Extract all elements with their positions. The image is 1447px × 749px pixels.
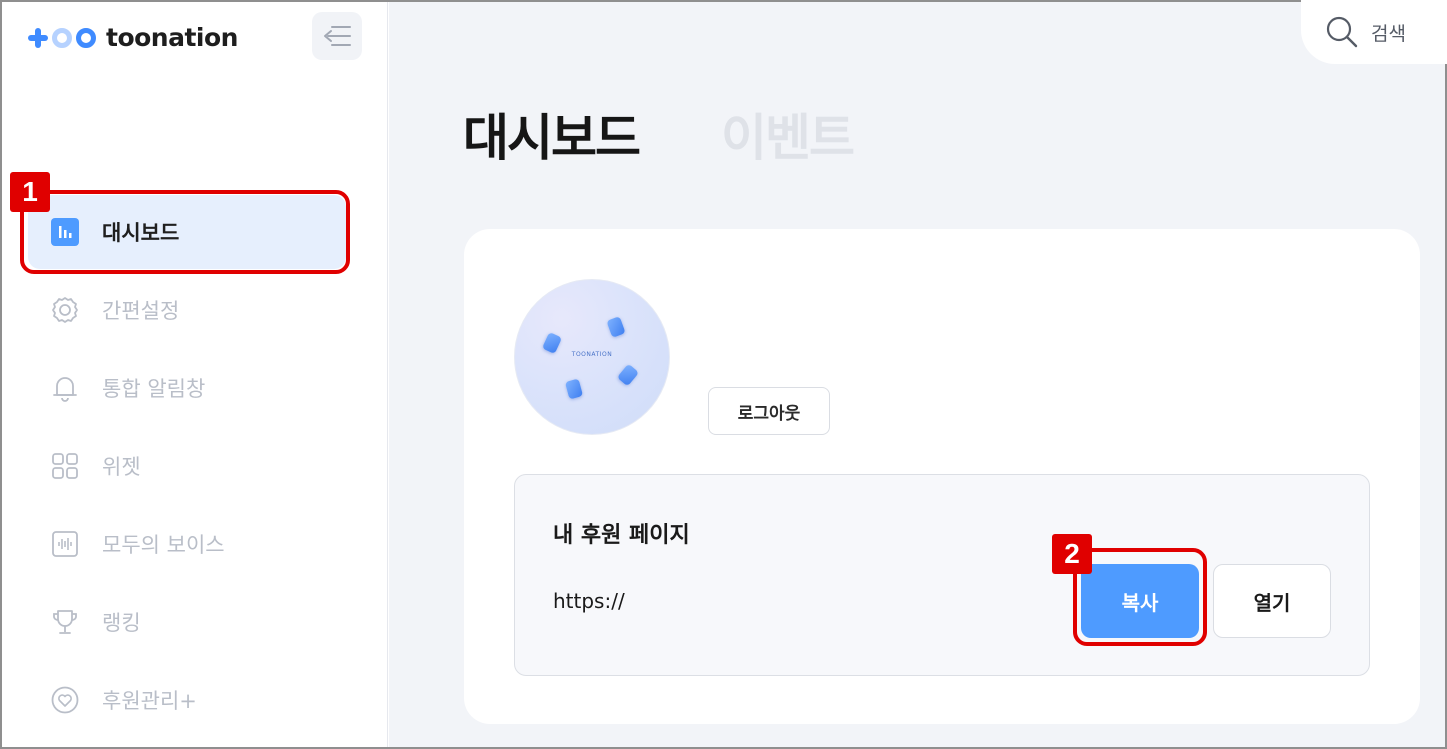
collapse-sidebar-button[interactable]: [312, 12, 362, 60]
logo[interactable]: toonation: [26, 20, 238, 54]
donation-page-url: https://: [553, 589, 625, 613]
search-icon: [1326, 16, 1358, 48]
grid-icon: [50, 451, 80, 481]
search-label: 검색: [1371, 22, 1406, 45]
heart-icon: [50, 685, 80, 715]
trophy-icon: [50, 607, 80, 637]
callout-box-1: [20, 190, 350, 274]
sidebar-item-label: 간편설정: [102, 299, 180, 323]
sidebar-item-label: 후원관리+: [102, 689, 197, 713]
sidebar-item-label: 통합 알림창: [102, 377, 206, 401]
toonation-logo-icon: [26, 22, 104, 52]
logout-button[interactable]: 로그아웃: [708, 387, 830, 435]
sidebar-item-label: 모두의 보이스: [102, 533, 225, 557]
callout-badge-2: 2: [1052, 534, 1092, 574]
callout-badge-1: 1: [10, 172, 50, 212]
brand-name: toonation: [106, 22, 238, 52]
donation-page-box: 내 후원 페이지 https:// 복사 열기: [514, 474, 1370, 676]
sidebar-item-quick-settings[interactable]: 간편설정: [28, 273, 346, 347]
open-button[interactable]: 열기: [1213, 564, 1331, 638]
sidebar-item-label: 랭킹: [102, 611, 141, 635]
callout-box-2: [1073, 548, 1207, 646]
waveform-icon: [50, 529, 80, 559]
sidebar-item-label: 위젯: [102, 455, 141, 479]
main-content: 검색 대시보드 이벤트 TOONATION 로그아웃 내 후원 페이지 http…: [389, 0, 1447, 747]
tab-event[interactable]: 이벤트: [721, 98, 855, 170]
sidebar-item-alerts[interactable]: 통합 알림창: [28, 351, 346, 425]
avatar: TOONATION: [514, 279, 670, 435]
search-button[interactable]: 검색: [1301, 0, 1447, 64]
sidebar-item-ranking[interactable]: 랭킹: [28, 585, 346, 659]
donation-page-title: 내 후원 페이지: [553, 523, 690, 548]
avatar-text: TOONATION: [571, 351, 613, 358]
sidebar-item-donation-management[interactable]: 후원관리+: [28, 663, 346, 737]
collapse-menu-icon: [324, 26, 351, 46]
profile-card: TOONATION 로그아웃 내 후원 페이지 https:// 복사 열기: [464, 229, 1420, 724]
bell-icon: [50, 373, 80, 403]
sidebar-item-widgets[interactable]: 위젯: [28, 429, 346, 503]
sidebar: toonation 대시보드 간편설정 통합 알림창 위젯 모두의 보이스 랭킹…: [2, 2, 388, 747]
sidebar-item-voice[interactable]: 모두의 보이스: [28, 507, 346, 581]
gear-icon: [50, 295, 80, 325]
tab-dashboard[interactable]: 대시보드: [463, 98, 641, 170]
